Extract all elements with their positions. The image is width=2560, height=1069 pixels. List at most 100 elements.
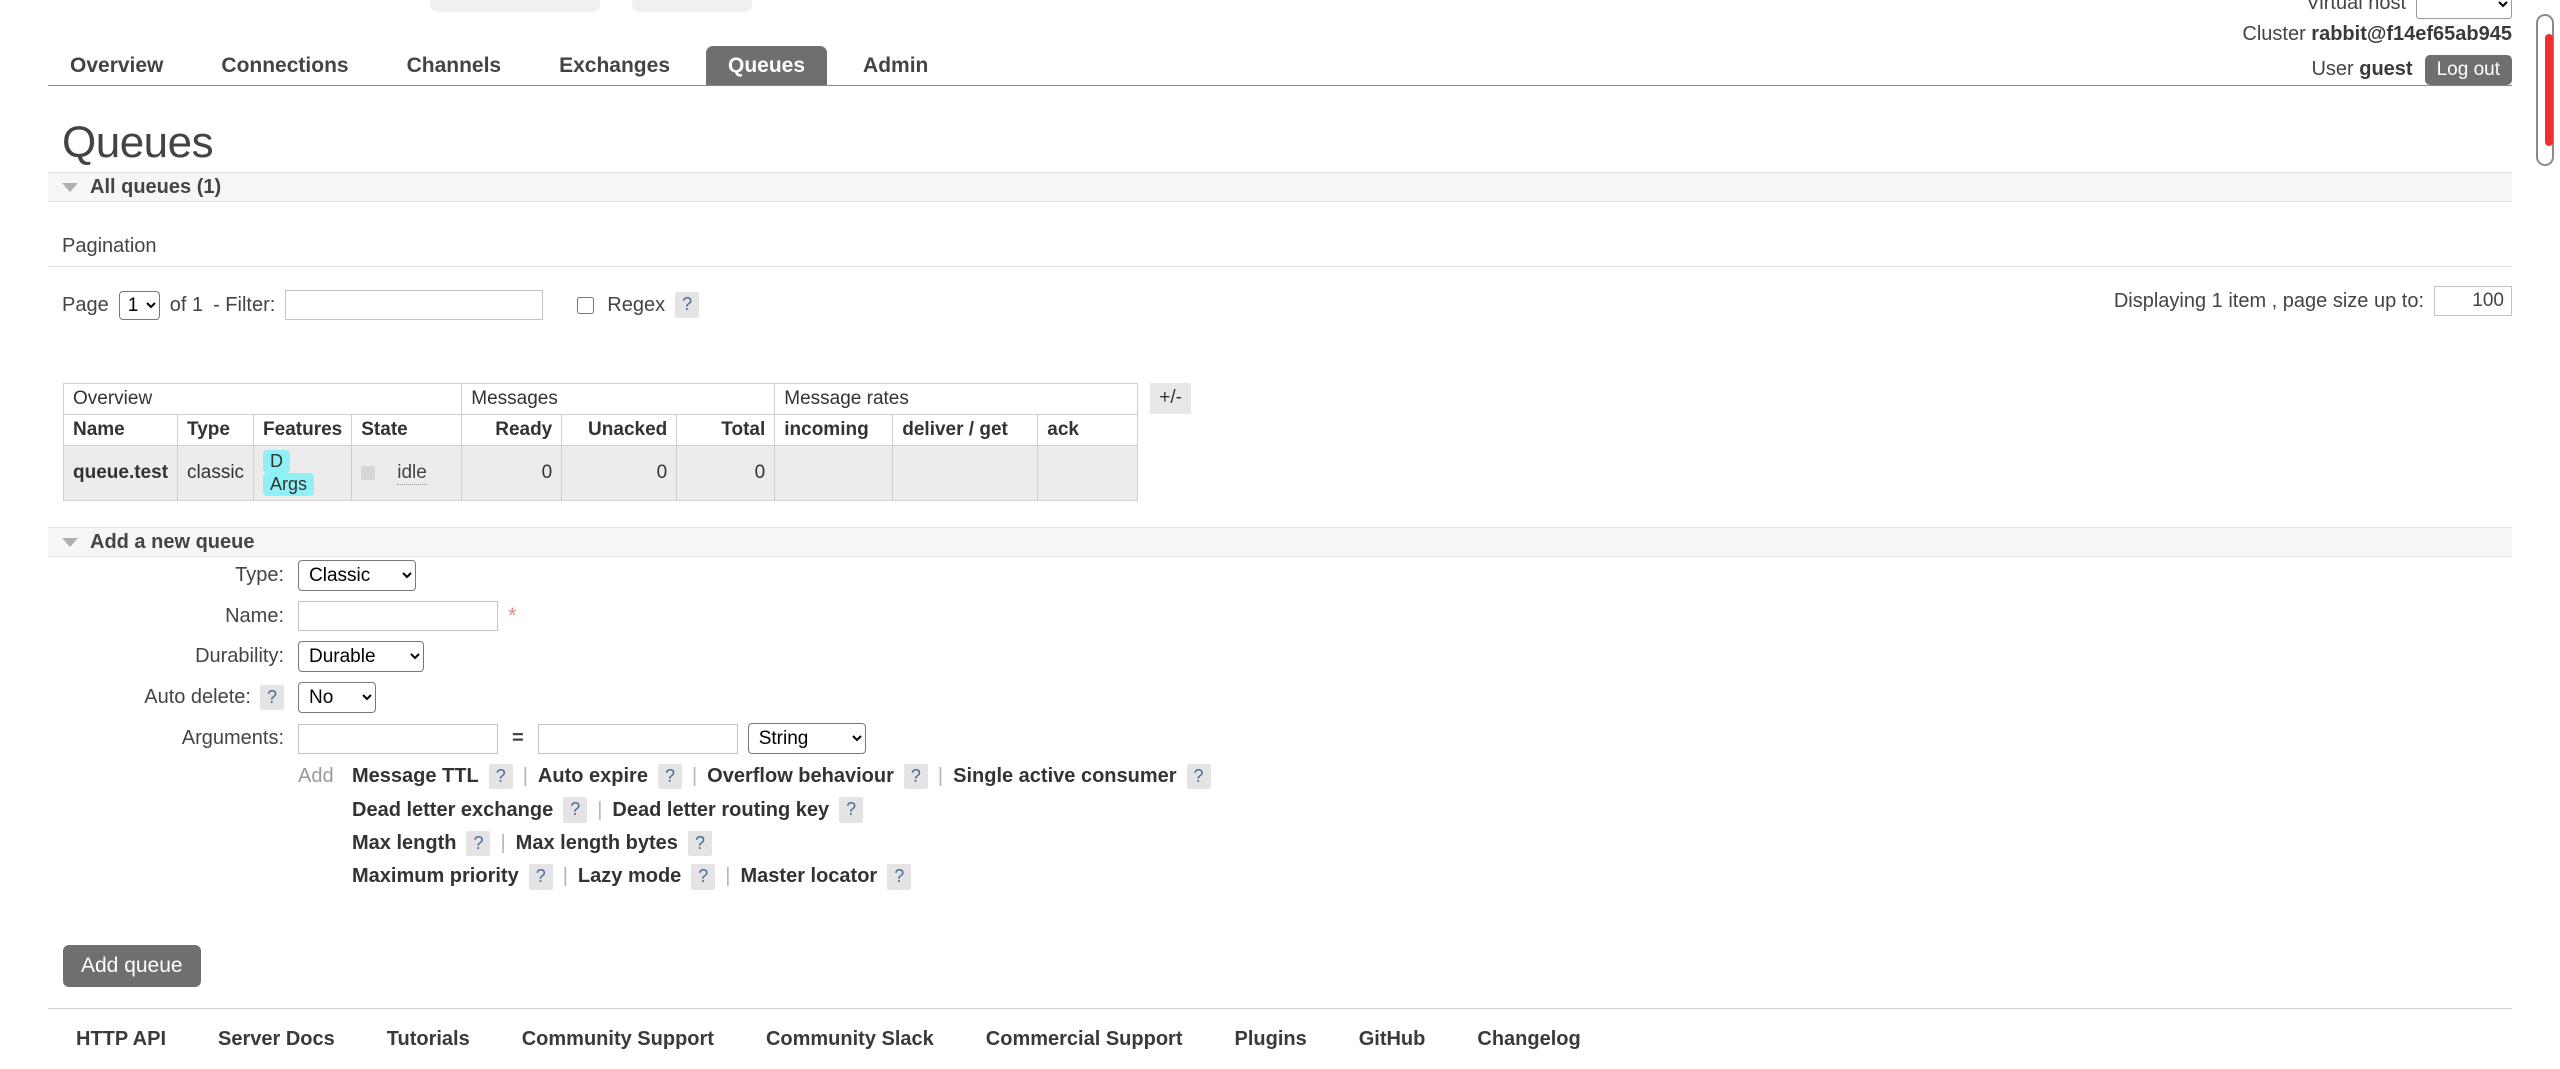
auto-expire-help-icon[interactable]: ?	[658, 764, 682, 789]
argument-presets: Add Message TTL ? | Auto expire ? | Over…	[298, 764, 1248, 890]
single-active-consumer-help-icon[interactable]: ?	[1187, 764, 1211, 789]
refreshed-at-button[interactable]	[430, 0, 600, 12]
preset-master-locator[interactable]: Master locator	[741, 865, 878, 888]
max-length-bytes-help-icon[interactable]: ?	[688, 831, 712, 856]
preset-max-length-bytes[interactable]: Max length bytes	[516, 832, 678, 855]
footer-link-commercial-support[interactable]: Commercial Support	[986, 1028, 1183, 1051]
argument-key-input[interactable]	[298, 724, 498, 754]
column-ack[interactable]: ack	[1038, 415, 1138, 446]
column-type[interactable]: Type	[178, 415, 254, 446]
display-count-controls: Displaying 1 item , page size up to:	[2114, 286, 2512, 316]
queue-name-link[interactable]: queue.test	[73, 462, 168, 483]
column-incoming[interactable]: incoming	[775, 415, 893, 446]
cell-incoming	[775, 446, 893, 501]
table-row: queue.test classic DArgs idle 0 0 0	[64, 446, 1138, 501]
queue-type-select[interactable]: Classic	[298, 560, 416, 591]
preset-max-length[interactable]: Max length	[352, 832, 456, 855]
regex-checkbox[interactable]	[577, 297, 594, 314]
footer-link-http-api[interactable]: HTTP API	[76, 1028, 166, 1051]
collapse-triangle-icon[interactable]	[62, 538, 78, 547]
column-state[interactable]: State	[352, 415, 462, 446]
column-features[interactable]: Features	[254, 415, 352, 446]
filter-input[interactable]	[285, 290, 543, 320]
preset-dead-letter-exchange[interactable]: Dead letter exchange	[352, 799, 553, 822]
collapse-triangle-icon[interactable]	[62, 183, 78, 192]
footer-link-github[interactable]: GitHub	[1359, 1028, 1426, 1051]
column-deliver-get[interactable]: deliver / get	[893, 415, 1038, 446]
master-locator-help-icon[interactable]: ?	[887, 864, 911, 889]
preset-separator: |	[725, 865, 730, 888]
overflow-behaviour-help-icon[interactable]: ?	[904, 764, 928, 789]
column-ready[interactable]: Ready	[462, 415, 562, 446]
dead-letter-exchange-help-icon[interactable]: ?	[563, 797, 587, 822]
toggle-columns-button[interactable]: +/-	[1150, 383, 1191, 414]
argument-value-input[interactable]	[538, 724, 738, 754]
feature-badge-durable[interactable]: D	[263, 450, 290, 473]
tab-connections[interactable]: Connections	[199, 46, 370, 85]
message-ttl-help-icon[interactable]: ?	[489, 764, 513, 789]
cell-unacked: 0	[562, 446, 677, 501]
preset-separator: |	[563, 865, 568, 888]
tab-channels[interactable]: Channels	[385, 46, 524, 85]
auto-delete-select[interactable]: No	[298, 682, 376, 713]
preset-overflow-behaviour[interactable]: Overflow behaviour	[707, 765, 894, 788]
required-asterisk: *	[508, 603, 517, 629]
auto-delete-help-icon[interactable]: ?	[260, 685, 284, 710]
cell-queue-type: classic	[178, 446, 254, 501]
equals-sign: =	[512, 727, 524, 750]
lazy-mode-help-icon[interactable]: ?	[691, 864, 715, 889]
maximum-priority-help-icon[interactable]: ?	[529, 864, 553, 889]
cell-deliver-get	[893, 446, 1038, 501]
tab-exchanges[interactable]: Exchanges	[537, 46, 692, 85]
preset-separator: |	[523, 765, 528, 788]
scrollbar-track[interactable]	[2536, 14, 2554, 166]
all-queues-section-header[interactable]: All queues (1)	[48, 172, 2512, 202]
queue-name-input[interactable]	[298, 601, 498, 631]
refresh-interval-button[interactable]	[632, 0, 752, 12]
column-unacked[interactable]: Unacked	[562, 415, 677, 446]
tab-overview[interactable]: Overview	[48, 46, 185, 85]
pagination-controls: Page 1 of 1 - Filter: Regex ?	[62, 290, 699, 320]
preset-lazy-mode[interactable]: Lazy mode	[578, 865, 681, 888]
vhost-select[interactable]	[2416, 0, 2512, 19]
feature-badge-args[interactable]: Args	[263, 473, 314, 496]
footer-links: HTTP API Server Docs Tutorials Community…	[76, 1028, 1581, 1051]
preset-separator: |	[692, 765, 697, 788]
cell-queue-name[interactable]: queue.test	[64, 446, 178, 501]
state-indicator-icon	[361, 466, 375, 480]
durability-select[interactable]: Durable	[298, 641, 424, 672]
preset-row-2: Dead letter exchange ? | Dead letter rou…	[298, 797, 1248, 822]
page-scrollbar[interactable]	[2534, 14, 2556, 1069]
tab-admin[interactable]: Admin	[841, 46, 950, 85]
page-select[interactable]: 1	[119, 291, 160, 320]
footer-link-plugins[interactable]: Plugins	[1234, 1028, 1306, 1051]
tab-queues[interactable]: Queues	[706, 46, 827, 85]
max-length-help-icon[interactable]: ?	[466, 831, 490, 856]
add-queue-submit-button[interactable]: Add queue	[63, 945, 201, 987]
page-size-input[interactable]	[2434, 286, 2512, 316]
add-argument-link[interactable]: Add	[298, 765, 352, 788]
cell-queue-state: idle	[352, 446, 462, 501]
column-total[interactable]: Total	[677, 415, 775, 446]
footer-link-tutorials[interactable]: Tutorials	[387, 1028, 470, 1051]
footer-link-community-support[interactable]: Community Support	[522, 1028, 714, 1051]
preset-single-active-consumer[interactable]: Single active consumer	[953, 765, 1176, 788]
preset-auto-expire[interactable]: Auto expire	[538, 765, 648, 788]
preset-dead-letter-routing-key[interactable]: Dead letter routing key	[612, 799, 829, 822]
footer-link-changelog[interactable]: Changelog	[1477, 1028, 1580, 1051]
regex-help-icon[interactable]: ?	[675, 292, 699, 317]
column-name[interactable]: Name	[64, 415, 178, 446]
name-label: Name:	[48, 605, 298, 628]
footer-link-server-docs[interactable]: Server Docs	[218, 1028, 335, 1051]
preset-maximum-priority[interactable]: Maximum priority	[352, 865, 519, 888]
form-row-name: Name: *	[48, 601, 1248, 631]
regex-label: Regex	[607, 294, 665, 317]
preset-message-ttl[interactable]: Message TTL	[352, 765, 479, 788]
preset-separator: |	[597, 799, 602, 822]
add-queue-section-header[interactable]: Add a new queue	[48, 527, 2512, 557]
dead-letter-routing-key-help-icon[interactable]: ?	[839, 797, 863, 822]
add-queue-form: Type: Classic Name: * Durability: Durabl…	[48, 560, 1248, 898]
scrollbar-thumb[interactable]	[2545, 34, 2553, 146]
footer-link-community-slack[interactable]: Community Slack	[766, 1028, 934, 1051]
argument-type-select[interactable]: String	[748, 723, 866, 754]
